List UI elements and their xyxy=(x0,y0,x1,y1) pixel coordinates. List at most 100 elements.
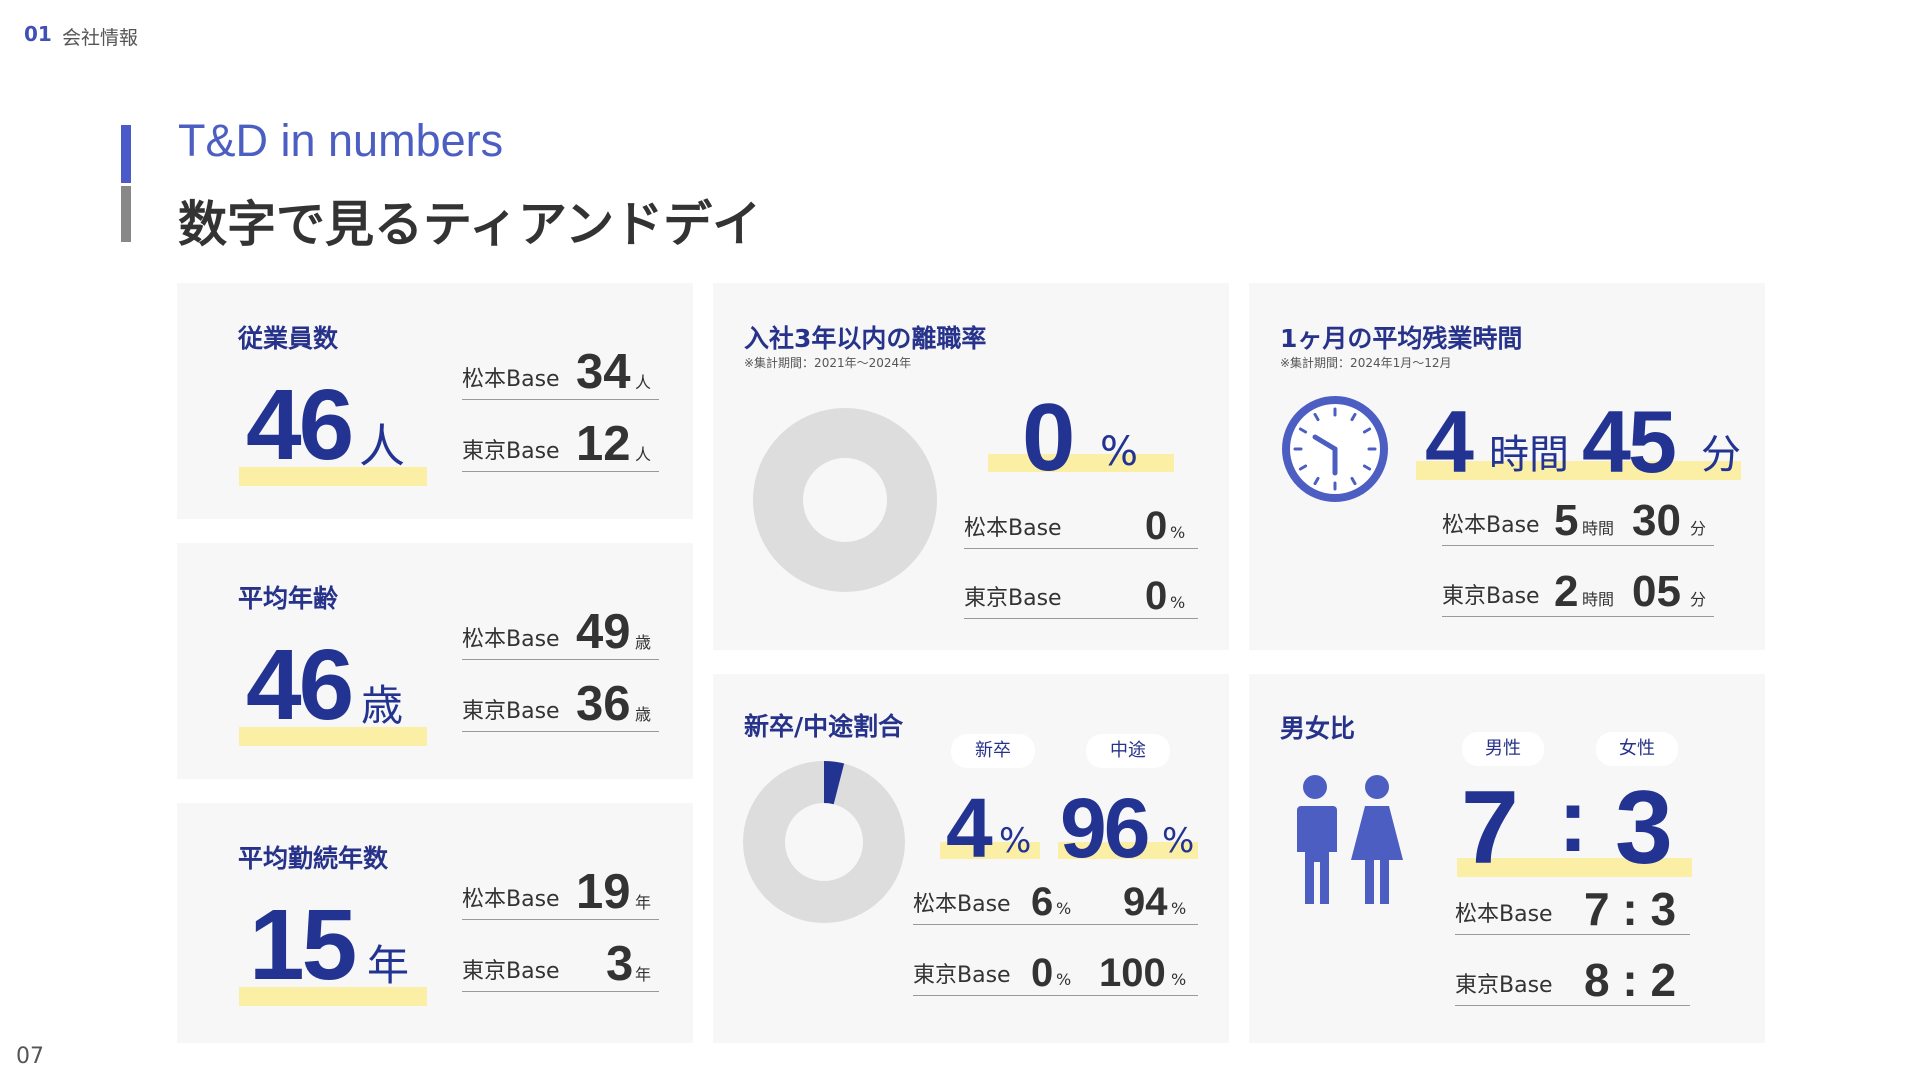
mid-career-unit: % xyxy=(1162,821,1195,861)
overtime-minutes: 45 xyxy=(1582,392,1677,491)
base-unit: 年 xyxy=(635,893,652,912)
hire-ratio-donut xyxy=(743,761,905,923)
base-hours-unit: 時間 xyxy=(1582,519,1615,538)
overtime-hours: 4 xyxy=(1425,392,1474,491)
avg-tenure-value: 15 xyxy=(249,889,357,1001)
turnover-title: 入社3年以内の離職率 xyxy=(744,324,987,353)
hire-ratio-title: 新卒/中途割合 xyxy=(744,712,904,741)
avg-tenure-total: 15 年 xyxy=(237,889,427,1006)
base-minutes-unit: 分 xyxy=(1690,519,1707,538)
base-label: 松本Base xyxy=(913,892,1011,917)
overtime-title: 1ヶ月の平均残業時間 xyxy=(1280,324,1523,353)
donut-slice-新卒 xyxy=(823,761,845,805)
employees-total: 46 人 xyxy=(237,369,427,486)
gender-card: 男女比 男性 女性 7 : 3 松本Base 7 : 3 東京Base 8 : … xyxy=(1249,674,1765,1043)
base-unit: 年 xyxy=(635,965,652,984)
gender-matsumoto-row: 松本Base 7 : 3 xyxy=(1455,884,1690,935)
overtime-card: 1ヶ月の平均残業時間 ※集計期間：2024年1月～12月 4 時間 45 分 松… xyxy=(1249,283,1765,650)
mid-career-pill: 中途 xyxy=(1086,734,1170,768)
base-hours-unit: 時間 xyxy=(1582,590,1615,609)
employees-unit: 人 xyxy=(359,419,405,473)
base-unit: 歳 xyxy=(635,705,652,724)
avg-tenure-matsumoto-row: 松本Base 19 年 xyxy=(462,859,659,920)
base-label: 東京Base xyxy=(913,963,1011,988)
base-minutes: 30 xyxy=(1632,496,1681,545)
mid-career-total: 96 % xyxy=(1058,786,1198,870)
male-pill: 男性 xyxy=(1462,732,1544,766)
base-label: 松本Base xyxy=(462,627,560,652)
page-title-en: T&D in numbers xyxy=(178,115,504,166)
base-label: 松本Base xyxy=(462,887,560,912)
avg-age-unit: 歳 xyxy=(361,681,404,730)
base-value: 0 xyxy=(1145,574,1168,618)
base-value: 19 xyxy=(576,865,631,919)
base-label: 松本Base xyxy=(1455,902,1553,927)
section-title: 会社情報 xyxy=(62,27,139,49)
male-female-icon xyxy=(1297,775,1403,904)
base-ratio: 7 : 3 xyxy=(1584,883,1677,935)
base-label: 東京Base xyxy=(462,699,560,724)
base-label: 東京Base xyxy=(462,959,560,984)
avg-tenure-unit: 年 xyxy=(367,941,410,990)
new-grad-unit: % xyxy=(999,821,1032,861)
avg-age-total: 46 歳 xyxy=(237,629,427,746)
base-label: 東京Base xyxy=(964,586,1062,611)
base-label: 松本Base xyxy=(462,367,560,392)
overtime-minutes-unit: 分 xyxy=(1701,432,1741,478)
base-minutes: 05 xyxy=(1632,567,1681,616)
avg-tenure-tokyo-row: 東京Base 3 年 xyxy=(462,931,659,992)
avg-age-matsumoto-row: 松本Base 49 歳 xyxy=(462,599,659,660)
base-hours: 5 xyxy=(1554,496,1579,545)
clock-icon xyxy=(1282,396,1388,502)
new-grad-value: 4 xyxy=(946,781,993,875)
base-mid-value: 100 xyxy=(1099,951,1166,995)
employees-value: 46 xyxy=(246,369,354,481)
avg-age-value: 46 xyxy=(246,629,354,741)
gender-total: 7 : 3 xyxy=(1457,771,1692,880)
page-title-ja: 数字で見るティアンドデイ xyxy=(178,196,762,253)
overtime-note: ※集計期間：2024年1月～12月 xyxy=(1280,356,1452,370)
base-unit: % xyxy=(1171,970,1187,989)
new-grad-total: 4 % xyxy=(940,786,1040,870)
highlight xyxy=(988,454,1174,472)
gender-female-value: 3 xyxy=(1615,770,1673,886)
title-accent-bar-gray xyxy=(121,186,131,242)
avg-age-card: 平均年齢 46 歳 松本Base 49 歳 東京Base 36 歳 xyxy=(177,543,693,779)
base-label: 東京Base xyxy=(462,439,560,464)
employees-title: 従業員数 xyxy=(238,324,339,353)
base-unit: % xyxy=(1171,899,1187,918)
overtime-hours-unit: 時間 xyxy=(1489,432,1569,478)
base-unit: % xyxy=(1056,899,1072,918)
base-value: 3 xyxy=(606,937,634,991)
base-value: 0 xyxy=(1145,504,1168,548)
base-unit: % xyxy=(1056,970,1072,989)
turnover-tokyo-row: 東京Base 0 % xyxy=(964,568,1198,619)
gender-male-value: 7 xyxy=(1461,770,1519,886)
base-unit: 人 xyxy=(635,445,652,464)
base-unit: 歳 xyxy=(635,633,652,652)
avg-tenure-card: 平均勤続年数 15 年 松本Base 19 年 東京Base 3 年 xyxy=(177,803,693,1043)
base-ratio: 8 : 2 xyxy=(1584,954,1677,1006)
base-label: 松本Base xyxy=(1442,513,1540,538)
hire-ratio-tokyo-row: 東京Base 0 % 100 % xyxy=(913,945,1198,996)
overtime-tokyo-row: 東京Base 2 時間 05 分 xyxy=(1442,566,1714,617)
turnover-card: 入社3年以内の離職率 ※集計期間：2021年～2024年 0 % 松本Base … xyxy=(713,283,1229,650)
mid-career-value: 96 xyxy=(1060,781,1150,875)
turnover-total: 0 % xyxy=(988,390,1174,486)
avg-age-tokyo-row: 東京Base 36 歳 xyxy=(462,671,659,732)
base-new-value: 0 xyxy=(1031,951,1054,995)
gender-title: 男女比 xyxy=(1280,714,1356,743)
overtime-total: 4 時間 45 分 xyxy=(1416,398,1741,486)
hire-ratio-matsumoto-row: 松本Base 6 % 94 % xyxy=(913,874,1198,925)
gender-tokyo-row: 東京Base 8 : 2 xyxy=(1455,955,1690,1006)
base-value: 12 xyxy=(576,417,631,471)
hire-ratio-card: 新卒/中途割合 新卒 中途 4 % 96 % 松本Base 6 % 94 % 東… xyxy=(713,674,1229,1043)
base-mid-value: 94 xyxy=(1123,880,1168,924)
base-minutes-unit: 分 xyxy=(1690,590,1707,609)
gender-separator: : xyxy=(1558,771,1588,871)
new-grad-pill: 新卒 xyxy=(951,734,1035,768)
base-hours: 2 xyxy=(1554,567,1579,616)
turnover-matsumoto-row: 松本Base 0 % xyxy=(964,498,1198,549)
turnover-value: 0 xyxy=(1022,384,1075,491)
base-label: 松本Base xyxy=(964,516,1062,541)
